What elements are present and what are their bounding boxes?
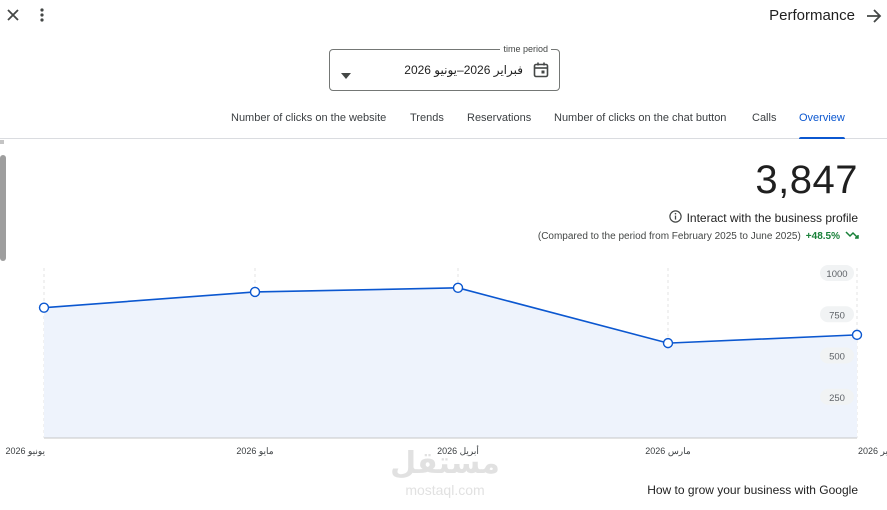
y-tick-label-0: 1000 — [826, 269, 847, 280]
tab-website-clicks[interactable]: Number of clicks on the website — [231, 112, 386, 139]
x-tick-label-2: أبريل 2026 — [437, 444, 479, 457]
scrollbar[interactable] — [0, 155, 6, 261]
data-point-4 — [851, 329, 863, 341]
time-period-value: فبراير 2026–يونيو 2026 — [404, 63, 523, 77]
y-tick-label-2: 500 — [829, 352, 845, 363]
metric-label: Interact with the business profile — [686, 211, 858, 225]
delta-badge: +48.5% — [805, 231, 840, 242]
x-tick-label-1: مايو 2026 — [236, 446, 273, 457]
x-tick-label-3: مارس 2026 — [645, 446, 691, 457]
data-point-2 — [452, 282, 464, 294]
calendar-icon — [532, 61, 550, 79]
close-icon[interactable] — [2, 4, 24, 26]
data-point-1 — [249, 286, 261, 298]
info-icon[interactable] — [668, 210, 682, 226]
tab-overview[interactable]: Overview — [799, 112, 845, 139]
time-period-select[interactable]: time period فبراير 2026–يونيو 2026 — [329, 43, 560, 91]
total-interactions-value: 3,847 — [755, 158, 858, 202]
more-vert-icon[interactable] — [32, 4, 52, 26]
x-tick-label-0: يونيو 2026 — [5, 446, 45, 457]
tab-calls[interactable]: Calls — [752, 112, 776, 139]
caret-down-icon — [341, 66, 351, 79]
trending-icon — [845, 230, 859, 243]
data-point-0 — [38, 302, 50, 313]
comparison-text: (Compared to the period from February 20… — [537, 231, 801, 242]
performance-chart: 1000 750 500 250 يونيو 2026 مايو 2026 أبريل 20… — [5, 265, 887, 457]
tab-chat-clicks[interactable]: Number of clicks on the chat button — [554, 112, 726, 139]
page-title: Performance — [769, 7, 855, 24]
data-point-3 — [662, 337, 674, 349]
top-bar: Performance — [0, 0, 887, 32]
time-period-label: time period — [500, 43, 551, 55]
x-tick-label-4: فبراير 2026 — [858, 446, 887, 457]
tab-trends[interactable]: Trends — [410, 112, 444, 139]
metric-tabs: Number of clicks on the website Trends R… — [0, 108, 887, 139]
metric-label-row: Interact with the business profile — [668, 210, 858, 226]
y-tick-label-1: 750 — [829, 310, 845, 321]
watermark-url: mostaql.com — [405, 482, 485, 498]
y-tick-label-3: 250 — [829, 393, 845, 404]
grow-business-link[interactable]: How to grow your business with Google — [647, 483, 858, 497]
arrow-forward-icon[interactable] — [863, 5, 885, 27]
scroll-indicator-top — [0, 140, 4, 144]
tab-reservations[interactable]: Reservations — [467, 112, 531, 139]
comparison-row: (Compared to the period from February 20… — [538, 230, 859, 243]
chart-area-fill — [44, 287, 857, 438]
